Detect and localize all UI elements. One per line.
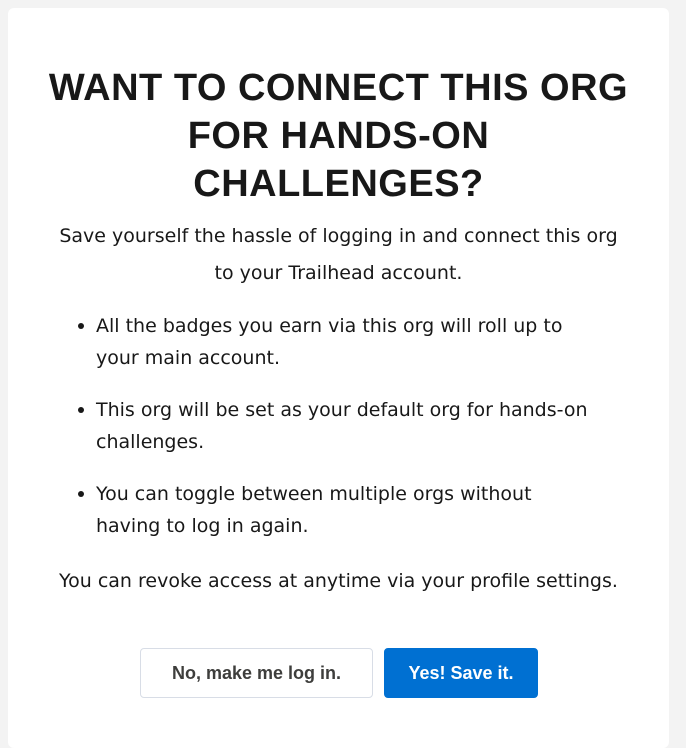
bullet-dot-icon — [78, 491, 84, 497]
connect-org-modal: WANT TO CONNECT THIS ORG FOR HANDS-ON CH… — [8, 8, 669, 748]
revoke-access-note: You can revoke access at anytime via you… — [59, 570, 618, 592]
modal-intro-text: Save yourself the hassle of logging in a… — [59, 225, 618, 284]
list-item: You can toggle between multiple orgs wit… — [78, 478, 598, 542]
list-item-text: All the badges you earn via this org wil… — [96, 315, 563, 369]
bullet-dot-icon — [78, 323, 84, 329]
list-item: This org will be set as your default org… — [78, 394, 598, 458]
log-in-button[interactable]: No, make me log in. — [140, 648, 373, 698]
bullet-dot-icon — [78, 407, 84, 413]
list-item-text: You can toggle between multiple orgs wit… — [96, 483, 532, 537]
list-item-text: This org will be set as your default org… — [96, 399, 588, 453]
benefits-list: All the badges you earn via this org wil… — [78, 310, 598, 562]
list-item: All the badges you earn via this org wil… — [78, 310, 598, 374]
save-button[interactable]: Yes! Save it. — [384, 648, 538, 698]
modal-title: WANT TO CONNECT THIS ORG FOR HANDS-ON CH… — [48, 67, 629, 205]
